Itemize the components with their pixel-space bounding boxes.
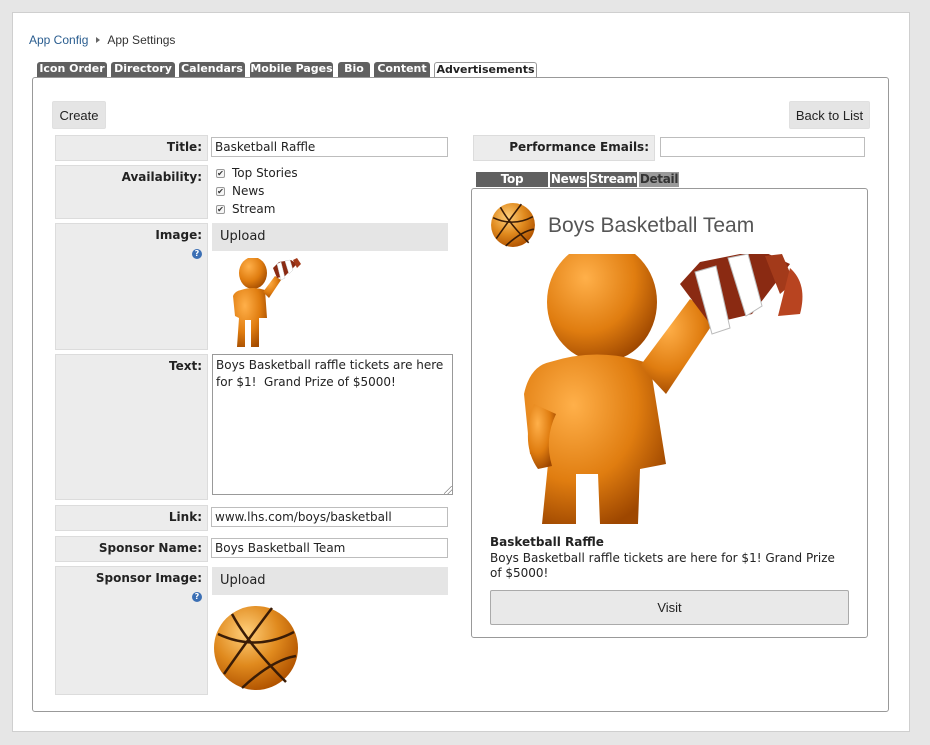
tab-content[interactable]: Content [374,62,430,77]
sponsor-name-label: Sponsor Name: [55,536,208,562]
tab-directory[interactable]: Directory [111,62,175,77]
checkbox-checked-icon[interactable]: ✔ [216,205,225,214]
preview-ad-title: Basketball Raffle [490,535,604,549]
help-icon[interactable]: ? [192,592,202,602]
visit-button[interactable]: Visit [490,590,849,625]
breadcrumb-current: App Settings [107,33,176,47]
preview-tab-detail[interactable]: Detail [639,172,679,187]
tab-advertisements[interactable]: Advertisements [434,62,537,78]
sponsor-basketball-icon [491,203,535,247]
tab-calendars[interactable]: Calendars [179,62,245,77]
resize-grip-icon[interactable] [444,486,452,494]
page-container: App Config App Settings Icon Order Direct… [12,12,910,732]
performance-emails-label: Performance Emails: [473,135,655,161]
ad-image-thumbnail [233,258,301,347]
breadcrumb: App Config App Settings [29,33,175,47]
image-upload-button[interactable]: Upload [212,223,448,251]
preview-tab-news[interactable]: News [550,172,587,187]
tab-icon-order[interactable]: Icon Order [37,62,107,77]
link-label: Link: [55,505,208,531]
checkbox-checked-icon[interactable]: ✔ [216,187,225,196]
checkbox-checked-icon[interactable]: ✔ [216,169,225,178]
advertisement-editor-panel: Create Back to List Title: Basketball Ra… [32,77,889,712]
help-icon[interactable]: ? [192,249,202,259]
preview-tab-stream[interactable]: Stream [589,172,637,187]
sponsor-image-label: Sponsor Image: [95,571,202,585]
create-button[interactable]: Create [52,101,106,129]
preview-ad-text: Boys Basketball raffle tickets are here … [490,551,835,580]
sponsor-image-upload-button[interactable]: Upload [212,567,448,595]
image-label: Image: [155,228,202,242]
title-label: Title: [55,135,208,161]
preview-sponsor-name: Boys Basketball Team [548,214,755,237]
sponsor-name-input[interactable]: Boys Basketball Team [211,538,448,558]
title-input[interactable]: Basketball Raffle [211,137,448,157]
preview-tab-top-stories[interactable]: Top Stories [476,172,548,201]
basketball-icon [214,606,298,690]
sponsor-image-label-cell: Sponsor Image: ? [55,566,208,695]
breadcrumb-app-config-link[interactable]: App Config [29,33,88,47]
breadcrumb-separator-icon [96,37,101,43]
tab-mobile-pages[interactable]: Mobile Pages [250,62,333,77]
image-label-cell: Image: ? [55,223,208,350]
performance-emails-input[interactable] [660,137,865,157]
preview-ad-image [490,254,850,524]
text-textarea[interactable]: Boys Basketball raffle tickets are here … [212,354,453,495]
text-label: Text: [55,354,208,500]
tab-bio[interactable]: Bio [338,62,370,77]
ad-preview-card: Boys Basketball Team Basketball Raffle B… [471,188,868,638]
link-input[interactable]: www.lhs.com/boys/basketball [211,507,448,527]
availability-label: Availability: [55,165,208,219]
back-to-list-button[interactable]: Back to List [789,101,870,129]
